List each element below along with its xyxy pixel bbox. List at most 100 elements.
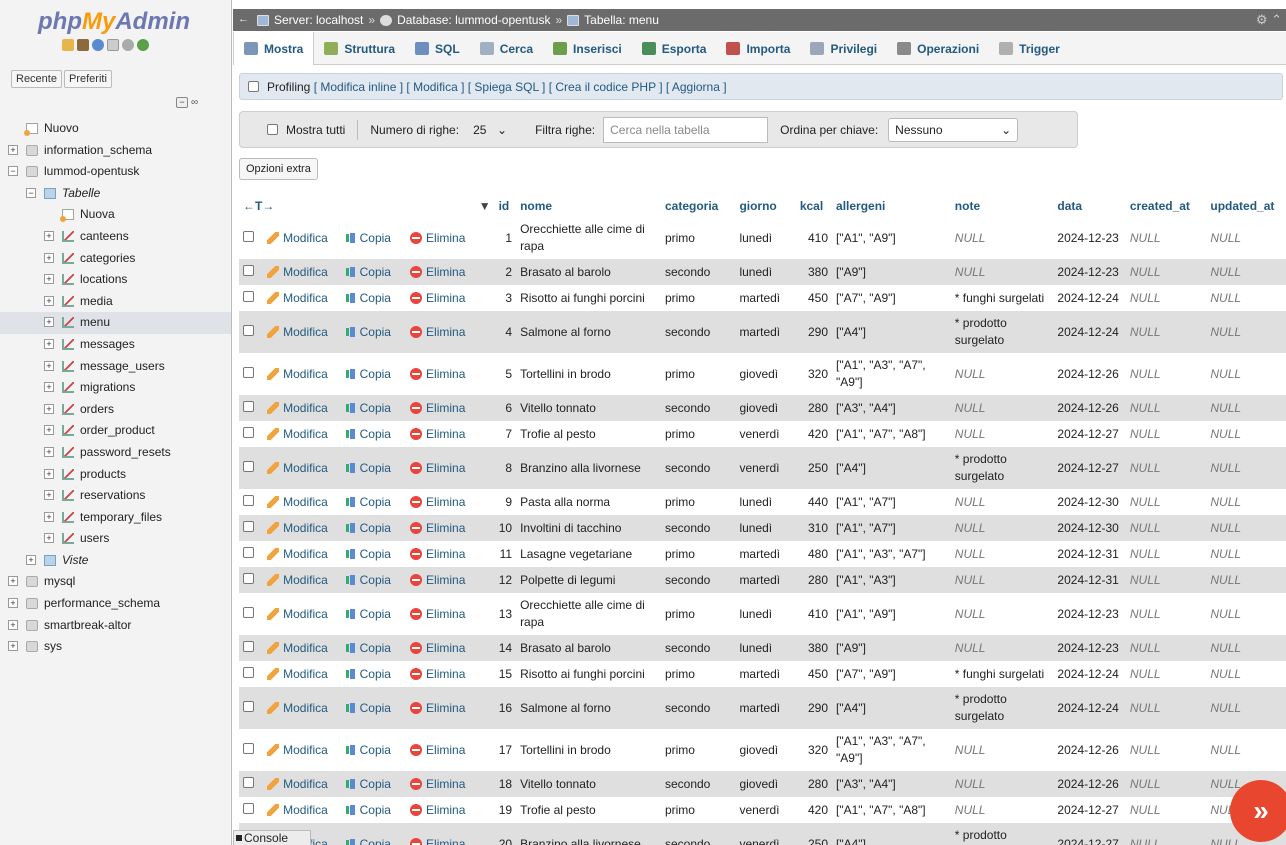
cell-updated-at[interactable]: NULL xyxy=(1206,515,1286,541)
edit-action[interactable]: Modifica xyxy=(263,729,340,771)
cell-nome[interactable]: Tortellini in brodo xyxy=(516,729,661,771)
cell-categoria[interactable]: secondo xyxy=(660,395,736,421)
col-header-nome[interactable]: nome xyxy=(516,195,661,217)
expand-icon[interactable]: + xyxy=(44,533,54,544)
cell-id[interactable]: 12 xyxy=(494,567,517,593)
cell-allergeni[interactable]: ["A1", "A7", "A8"] xyxy=(832,421,951,447)
copy-action[interactable]: Copia xyxy=(339,353,407,395)
cell-categoria[interactable]: primo xyxy=(660,541,736,567)
tree-item-information-schema[interactable]: + information_schema xyxy=(0,140,231,162)
cell-allergeni[interactable]: ["A1", "A7"] xyxy=(832,489,951,515)
cell-allergeni[interactable]: ["A1", "A3", "A7", "A9"] xyxy=(832,729,951,771)
tab-esporta[interactable]: Esporta xyxy=(632,32,717,65)
cell-data[interactable]: 2024-12-30 xyxy=(1053,489,1126,515)
copy-action[interactable]: Copia xyxy=(339,661,407,687)
cell-created-at[interactable]: NULL xyxy=(1125,395,1207,421)
cell-categoria[interactable]: secondo xyxy=(660,635,736,661)
tab-inserisci[interactable]: Inserisci xyxy=(543,32,632,65)
expand-icon[interactable]: + xyxy=(44,382,54,393)
cell-created-at[interactable]: NULL xyxy=(1125,797,1207,823)
remote-desktop-icon[interactable]: » xyxy=(1230,780,1286,842)
row-checkbox[interactable] xyxy=(243,230,254,242)
rows-select[interactable]: 25 ⌄ xyxy=(467,118,513,142)
cell-note[interactable]: NULL xyxy=(950,729,1054,771)
cell-id[interactable]: 20 xyxy=(494,823,517,845)
profiling-links[interactable]: [ Modifica inline ] [ Modifica ] [ Spieg… xyxy=(314,80,727,94)
tree-item-locations[interactable]: + locations xyxy=(0,269,231,291)
cell-note[interactable]: NULL xyxy=(950,567,1054,593)
cell-nome[interactable]: Vitello tonnato xyxy=(516,771,661,797)
tree-item-order-product[interactable]: + order_product xyxy=(0,420,231,442)
cell-note[interactable]: NULL xyxy=(950,635,1054,661)
copy-action[interactable]: Copia xyxy=(339,395,407,421)
cell-created-at[interactable]: NULL xyxy=(1125,567,1207,593)
tree-item-temporary-files[interactable]: + temporary_files xyxy=(0,507,231,529)
docs-icon[interactable] xyxy=(107,39,119,51)
collapse-icon[interactable]: − xyxy=(26,187,36,198)
tree-item-message-users[interactable]: + message_users xyxy=(0,356,231,378)
cell-data[interactable]: 2024-12-27 xyxy=(1053,797,1126,823)
breadcrumb-table[interactable]: Tabella: menu xyxy=(584,13,659,27)
copy-action[interactable]: Copia xyxy=(339,447,407,489)
tree-item-lummod-opentusk[interactable]: − lummod-opentusk xyxy=(0,161,231,183)
expand-icon[interactable]: + xyxy=(8,144,18,155)
row-checkbox[interactable] xyxy=(243,606,254,618)
recent-button[interactable]: Recente xyxy=(11,70,62,88)
edit-action[interactable]: Modifica xyxy=(263,217,340,259)
row-checkbox[interactable] xyxy=(243,640,254,652)
expand-icon[interactable]: + xyxy=(44,446,54,457)
cell-created-at[interactable]: NULL xyxy=(1125,823,1207,845)
cell-note[interactable]: * funghi surgelati xyxy=(950,661,1054,687)
cell-updated-at[interactable]: NULL xyxy=(1206,661,1286,687)
cell-allergeni[interactable]: ["A1", "A7"] xyxy=(832,515,951,541)
cell-categoria[interactable]: primo xyxy=(660,593,736,635)
cell-data[interactable]: 2024-12-24 xyxy=(1053,285,1126,311)
cell-created-at[interactable]: NULL xyxy=(1125,771,1207,797)
edit-action[interactable]: Modifica xyxy=(263,395,340,421)
expand-icon[interactable]: + xyxy=(44,403,54,414)
show-all-checkbox[interactable] xyxy=(267,124,278,135)
cell-allergeni[interactable]: ["A3", "A4"] xyxy=(832,771,951,797)
row-checkbox[interactable] xyxy=(243,572,254,584)
cell-kcal[interactable]: 280 xyxy=(795,771,833,797)
cell-data[interactable]: 2024-12-26 xyxy=(1053,353,1126,395)
cell-updated-at[interactable]: NULL xyxy=(1206,541,1286,567)
cell-note[interactable]: NULL xyxy=(950,259,1054,285)
cell-data[interactable]: 2024-12-24 xyxy=(1053,661,1126,687)
col-header-kcal[interactable]: kcal xyxy=(795,195,833,217)
cell-id[interactable]: 10 xyxy=(494,515,517,541)
cell-categoria[interactable]: primo xyxy=(660,421,736,447)
tab-sql[interactable]: SQL xyxy=(405,32,470,65)
cell-giorno[interactable]: martedì xyxy=(735,687,796,729)
cell-id[interactable]: 8 xyxy=(494,447,517,489)
cell-updated-at[interactable]: NULL xyxy=(1206,421,1286,447)
cell-id[interactable]: 18 xyxy=(494,771,517,797)
cell-created-at[interactable]: NULL xyxy=(1125,217,1207,259)
cell-giorno[interactable]: giovedì xyxy=(735,395,796,421)
cell-giorno[interactable]: lunedì xyxy=(735,489,796,515)
cell-data[interactable]: 2024-12-31 xyxy=(1053,541,1126,567)
delete-action[interactable]: Elimina xyxy=(406,395,495,421)
breadcrumb-database[interactable]: Database: lummod-opentusk xyxy=(397,13,550,27)
cell-nome[interactable]: Risotto ai funghi porcini xyxy=(516,661,661,687)
row-checkbox[interactable] xyxy=(243,520,254,532)
delete-action[interactable]: Elimina xyxy=(406,567,495,593)
copy-action[interactable]: Copia xyxy=(339,567,407,593)
cell-kcal[interactable]: 410 xyxy=(795,593,833,635)
cell-updated-at[interactable]: NULL xyxy=(1206,489,1286,515)
filter-input[interactable]: Cerca nella tabella xyxy=(603,116,769,143)
delete-action[interactable]: Elimina xyxy=(406,259,495,285)
cell-categoria[interactable]: secondo xyxy=(660,567,736,593)
cell-categoria[interactable]: primo xyxy=(660,353,736,395)
tree-item-menu[interactable]: + menu xyxy=(0,312,231,334)
cell-kcal[interactable]: 380 xyxy=(795,259,833,285)
col-header-created-at[interactable]: created_at xyxy=(1125,195,1207,217)
copy-action[interactable]: Copia xyxy=(339,771,407,797)
delete-action[interactable]: Elimina xyxy=(406,515,495,541)
col-header-updated-at[interactable]: updated_at xyxy=(1206,195,1286,217)
link-icon[interactable]: ∞ xyxy=(191,97,198,108)
cell-id[interactable]: 16 xyxy=(494,687,517,729)
cell-giorno[interactable]: giovedì xyxy=(735,729,796,771)
cell-created-at[interactable]: NULL xyxy=(1125,447,1207,489)
cell-nome[interactable]: Involtini di tacchino xyxy=(516,515,661,541)
